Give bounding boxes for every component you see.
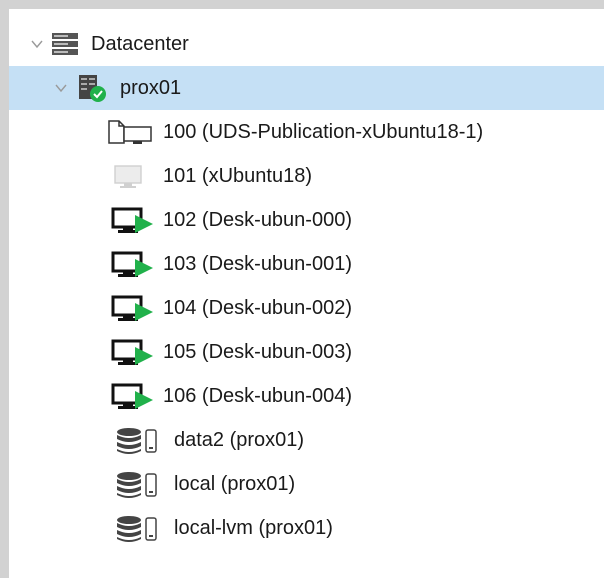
tree-item-vm-102[interactable]: 102 (Desk-ubun-000) (9, 198, 604, 242)
tree-item-label: 100 (UDS-Publication-xUbuntu18-1) (163, 121, 484, 143)
vm-stopped-icon (111, 164, 145, 190)
tree-item-label: 106 (Desk-ubun-004) (163, 385, 352, 407)
vm-running-icon (111, 338, 155, 368)
chevron-down-icon[interactable] (29, 36, 45, 52)
storage-icon (115, 515, 167, 543)
vm-running-icon (111, 206, 155, 236)
tree-item-storage-local[interactable]: local (prox01) (9, 462, 604, 506)
tree-item-label: local-lvm (prox01) (174, 517, 333, 539)
left-border (0, 0, 9, 578)
tree-item-label: 105 (Desk-ubun-003) (163, 341, 352, 363)
vm-running-icon (111, 250, 155, 280)
tree-item-label: local (prox01) (174, 473, 296, 495)
tree-item-vm-100[interactable]: 100 (UDS-Publication-xUbuntu18-1) (9, 110, 604, 154)
tree-item-vm-103[interactable]: 103 (Desk-ubun-001) (9, 242, 604, 286)
tree-item-label: prox01 (120, 77, 182, 99)
tree-item-label: 102 (Desk-ubun-000) (163, 209, 352, 231)
top-border (0, 0, 604, 9)
tree-item-storage-local-lvm[interactable]: local-lvm (prox01) (9, 506, 604, 550)
tree-item-label: 101 (xUbuntu18) (163, 165, 312, 187)
node-online-icon (77, 73, 107, 103)
tree-item-node-prox01[interactable]: prox01 (9, 66, 604, 110)
tree-item-label: 104 (Desk-ubun-002) (163, 297, 352, 319)
tree-item-label: Datacenter (91, 33, 189, 55)
tree-item-datacenter[interactable]: Datacenter (9, 22, 604, 66)
resource-tree: Datacenter prox01 100 (UDS-Publication-x… (9, 22, 604, 550)
server-rack-icon (51, 32, 79, 56)
chevron-down-icon[interactable] (53, 80, 69, 96)
tree-item-label: data2 (prox01) (174, 429, 305, 451)
tree-item-vm-104[interactable]: 104 (Desk-ubun-002) (9, 286, 604, 330)
template-icon (105, 118, 155, 146)
storage-icon (115, 427, 167, 455)
tree-item-vm-106[interactable]: 106 (Desk-ubun-004) (9, 374, 604, 418)
tree-item-vm-105[interactable]: 105 (Desk-ubun-003) (9, 330, 604, 374)
tree-item-storage-data2[interactable]: data2 (prox01) (9, 418, 604, 462)
vm-running-icon (111, 294, 155, 324)
tree-item-label: 103 (Desk-ubun-001) (163, 253, 352, 275)
tree-item-vm-101[interactable]: 101 (xUbuntu18) (9, 154, 604, 198)
storage-icon (115, 471, 167, 499)
vm-running-icon (111, 382, 155, 412)
